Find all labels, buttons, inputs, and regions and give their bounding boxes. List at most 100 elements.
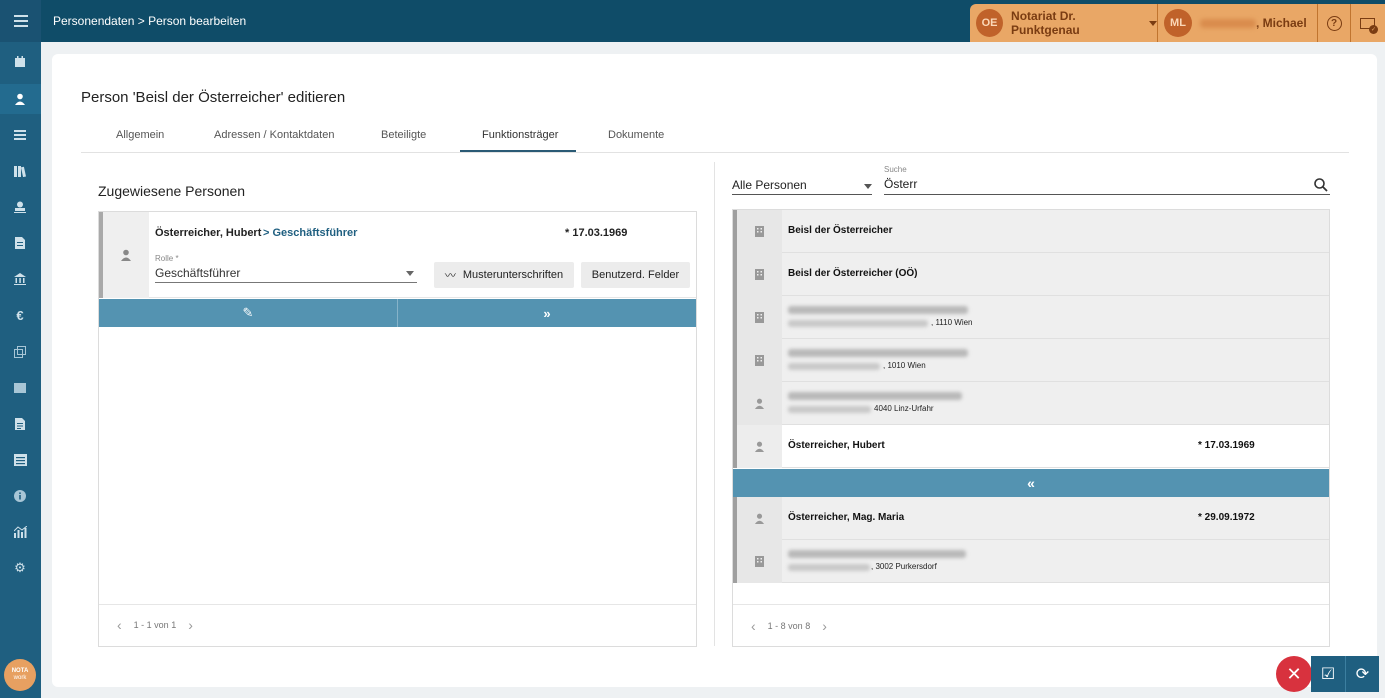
left-pager: ‹ 1 - 1 von 1 ›	[105, 617, 205, 633]
result-address: , 3002 Purkersdorf	[871, 562, 937, 571]
account-area: OE Notariat Dr. Punktgenau ML , Michael …	[970, 4, 1385, 42]
help-icon: ?	[1326, 15, 1342, 31]
prev-page-icon[interactable]: ‹	[751, 618, 756, 634]
redacted-street	[788, 320, 928, 327]
chevron-down-icon	[1149, 20, 1157, 26]
tab-funktionstraeger[interactable]: Funktionsträger	[482, 129, 558, 141]
person-icon	[737, 497, 782, 540]
file-text-icon[interactable]	[13, 417, 27, 431]
building-icon	[737, 253, 782, 296]
person-icon	[737, 382, 782, 425]
next-page-icon[interactable]: ›	[188, 617, 193, 633]
chevron-down-icon	[864, 184, 872, 189]
search-input[interactable]: Österr	[884, 177, 1330, 195]
result-row[interactable]: Beisl der Österreicher	[733, 210, 1329, 253]
register-icon[interactable]	[13, 453, 27, 467]
stamp-icon[interactable]	[13, 200, 27, 214]
bank-icon[interactable]	[13, 272, 27, 286]
result-name: Österreicher, Mag. Maria	[788, 512, 905, 523]
result-row[interactable]: Österreicher, Hubert * 17.03.1969	[733, 425, 1329, 468]
stats-icon[interactable]	[13, 525, 27, 539]
square-icon[interactable]	[13, 381, 27, 395]
redacted-name	[788, 349, 968, 357]
close-icon: ✕	[1286, 663, 1302, 684]
help-button[interactable]: ?	[1318, 4, 1351, 42]
office-name: Notariat Dr. Punktgenau	[1011, 9, 1080, 37]
building-icon	[737, 339, 782, 382]
result-row[interactable]: , 3002 Purkersdorf	[733, 540, 1329, 583]
person-filter-select[interactable]: Alle Personen	[732, 178, 872, 195]
menu-icon[interactable]	[0, 0, 41, 42]
user-menu[interactable]: ML , Michael	[1158, 4, 1318, 42]
result-name: Österreicher, Hubert	[788, 440, 885, 451]
save-button[interactable]: ☑	[1311, 656, 1345, 692]
notawork-logo: NOTA work	[4, 659, 36, 691]
signatures-button[interactable]: 〰 Musterunterschriften	[434, 262, 574, 288]
custom-fields-button[interactable]: Benutzerd. Felder	[581, 262, 690, 288]
result-birthdate: * 29.09.1972	[1198, 512, 1255, 523]
result-row[interactable]: , 1110 Wien	[733, 296, 1329, 339]
top-bar: Personendaten > Person bearbeiten OE Not…	[41, 0, 1385, 42]
tab-beteiligte[interactable]: Beteiligte	[381, 129, 426, 141]
tab-dokumente[interactable]: Dokumente	[608, 129, 664, 141]
forward-button[interactable]: »	[398, 299, 696, 327]
messages-button[interactable]: ✓	[1351, 4, 1383, 42]
document-icon[interactable]	[13, 236, 27, 250]
office-avatar: OE	[976, 9, 1004, 37]
tab-adressen[interactable]: Adressen / Kontaktdaten	[214, 129, 334, 141]
euro-icon[interactable]: €	[13, 308, 27, 323]
refresh-button[interactable]: ⟳	[1345, 656, 1379, 692]
result-row[interactable]: , 1010 Wien	[733, 339, 1329, 382]
edit-button[interactable]: ✎	[99, 299, 398, 327]
result-row[interactable]: 4040 Linz-Urfahr	[733, 382, 1329, 425]
pencil-icon: ✎	[242, 305, 254, 320]
role-select[interactable]: Geschäftsführer	[155, 266, 417, 283]
active-tab-indicator	[460, 150, 576, 152]
result-row[interactable]: Österreicher, Mag. Maria * 29.09.1972	[733, 497, 1329, 540]
redacted-name	[788, 550, 966, 558]
signature-icon: 〰	[444, 270, 456, 282]
user-name: , Michael	[1256, 16, 1307, 30]
copy-icon[interactable]	[13, 345, 27, 359]
tab-allgemein[interactable]: Allgemein	[116, 129, 164, 141]
person-icon[interactable]	[13, 92, 27, 106]
card-action-bar: ✎ »	[99, 299, 696, 327]
main-card: Person 'Beisl der Österreicher' editiere…	[52, 54, 1377, 687]
role-label: Rolle *	[155, 254, 179, 263]
result-row[interactable]: Beisl der Österreicher (OÖ)	[733, 253, 1329, 296]
cancel-button[interactable]: ✕	[1276, 656, 1312, 692]
filter-value: Alle Personen	[732, 178, 807, 192]
prev-page-icon[interactable]: ‹	[117, 617, 122, 633]
calendar-icon[interactable]	[13, 55, 27, 69]
save-check-icon: ☑	[1320, 666, 1336, 683]
add-back-button[interactable]: «	[733, 469, 1329, 497]
pager-divider	[99, 604, 696, 605]
building-icon	[737, 296, 782, 339]
info-icon[interactable]	[13, 489, 27, 503]
list-icon[interactable]	[13, 128, 27, 142]
right-pager: ‹ 1 - 8 von 8 ›	[739, 618, 839, 634]
building-icon	[737, 540, 782, 583]
next-page-icon[interactable]: ›	[822, 618, 827, 634]
search-label: Suche	[884, 165, 907, 174]
redacted-name	[788, 392, 962, 400]
result-birthdate: * 17.03.1969	[1198, 440, 1255, 451]
result-name: Beisl der Österreicher	[788, 225, 893, 236]
office-selector[interactable]: OE Notariat Dr. Punktgenau	[970, 4, 1158, 42]
user-avatar: ML	[1164, 9, 1192, 37]
building-icon	[737, 210, 782, 253]
result-name: Beisl der Österreicher (OÖ)	[788, 268, 918, 279]
redacted-street	[788, 363, 880, 370]
result-address: , 1010 Wien	[883, 361, 926, 370]
search-icon[interactable]	[1314, 178, 1328, 192]
settings-icon[interactable]: ⚙	[13, 560, 27, 575]
refresh-icon: ⟳	[1355, 666, 1370, 683]
library-icon[interactable]	[13, 164, 27, 178]
pane-divider	[714, 162, 715, 646]
double-chevron-right-icon: »	[543, 305, 551, 321]
redacted-street	[788, 406, 871, 413]
role-link[interactable]: > Geschäftsführer	[263, 227, 357, 239]
person-birthdate: * 17.03.1969	[565, 227, 628, 239]
person-icon	[103, 212, 149, 298]
result-address: 4040 Linz-Urfahr	[874, 404, 934, 413]
